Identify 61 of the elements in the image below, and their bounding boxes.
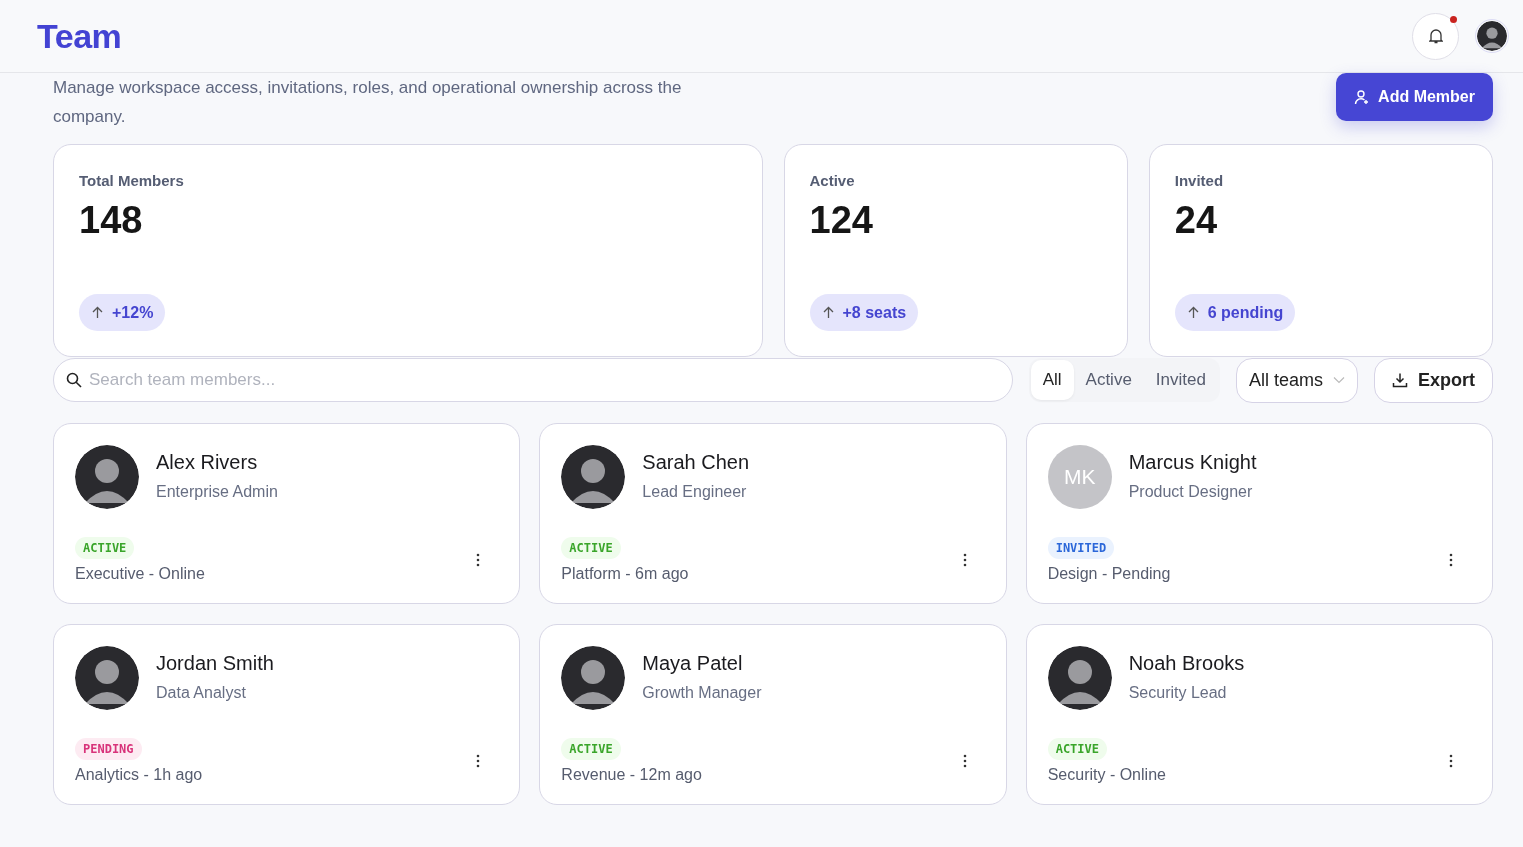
bell-icon xyxy=(1428,28,1443,44)
avatar-initials: MK xyxy=(1047,445,1112,509)
team-select[interactable]: All teams xyxy=(1235,357,1358,403)
status-badge: ACTIVE xyxy=(1047,738,1107,760)
avatar-icon xyxy=(75,646,139,710)
avatar-icon xyxy=(1477,21,1507,51)
stat-value: 148 xyxy=(79,199,143,242)
page-description: Manage workspace access, invitations, roles, and operational ownership across the company. xyxy=(53,77,683,128)
trend-badge: +12% xyxy=(79,294,166,331)
chevron-down-icon xyxy=(1333,376,1345,384)
stat-value: 24 xyxy=(1174,199,1218,242)
more-icon xyxy=(1449,754,1453,768)
avatar-icon xyxy=(561,445,626,509)
member-name: Jordan Smith xyxy=(156,652,274,675)
more-icon xyxy=(1449,553,1453,567)
search-field[interactable]: Search team members... xyxy=(53,358,1013,402)
page-title: Team xyxy=(37,16,122,56)
member-name: Noah Brooks xyxy=(1128,652,1245,675)
member-meta: Security - Online xyxy=(1047,766,1166,784)
status-badge: ACTIVE xyxy=(75,537,135,559)
status-badge: ACTIVE xyxy=(561,537,621,559)
member-name: Maya Patel xyxy=(642,652,744,675)
stat-value: 124 xyxy=(809,199,873,242)
filter-tab[interactable]: All xyxy=(1030,360,1074,400)
member-role: Data Analyst xyxy=(156,684,247,702)
status-badge: ACTIVE xyxy=(561,738,621,760)
member-role: Security Lead xyxy=(1128,684,1228,702)
trend-badge: +8 seats xyxy=(809,294,919,331)
more-icon xyxy=(476,754,481,768)
member-meta: Analytics - 1h ago xyxy=(75,766,203,784)
avatar-icon xyxy=(75,445,139,509)
filter-tab[interactable]: Invited xyxy=(1143,360,1218,400)
stat-label: Total Members xyxy=(79,172,184,189)
download-icon xyxy=(1392,372,1408,388)
stat-label: Active xyxy=(809,172,855,189)
member-name: Sarah Chen xyxy=(642,451,750,474)
member-role: Growth Manager xyxy=(642,684,762,702)
more-icon xyxy=(962,553,967,567)
member-name: Alex Rivers xyxy=(156,451,259,474)
member-name: Marcus Knight xyxy=(1128,451,1257,474)
notifications-button[interactable] xyxy=(1412,12,1459,60)
add-member-button[interactable]: Add Member xyxy=(1336,73,1493,121)
export-button[interactable]: Export xyxy=(1374,357,1493,403)
add-user-icon xyxy=(1354,89,1371,105)
search-icon xyxy=(66,372,82,388)
filter-tab[interactable]: Active xyxy=(1073,360,1144,400)
trend-badge: 6 pending xyxy=(1174,294,1296,331)
more-icon xyxy=(962,754,967,768)
avatar-icon xyxy=(1047,646,1112,710)
member-meta: Platform - 6m ago xyxy=(561,565,689,583)
member-role: Lead Engineer xyxy=(642,483,748,501)
member-role: Product Designer xyxy=(1128,483,1254,501)
status-badge: INVITED xyxy=(1047,537,1115,559)
more-icon xyxy=(476,553,481,567)
member-meta: Design - Pending xyxy=(1047,565,1171,583)
stat-label: Invited xyxy=(1174,172,1224,189)
member-meta: Revenue - 12m ago xyxy=(561,766,702,784)
status-badge: PENDING xyxy=(75,738,142,760)
avatar-icon xyxy=(561,646,626,710)
member-meta: Executive - Online xyxy=(75,565,205,583)
member-role: Enterprise Admin xyxy=(156,483,278,501)
